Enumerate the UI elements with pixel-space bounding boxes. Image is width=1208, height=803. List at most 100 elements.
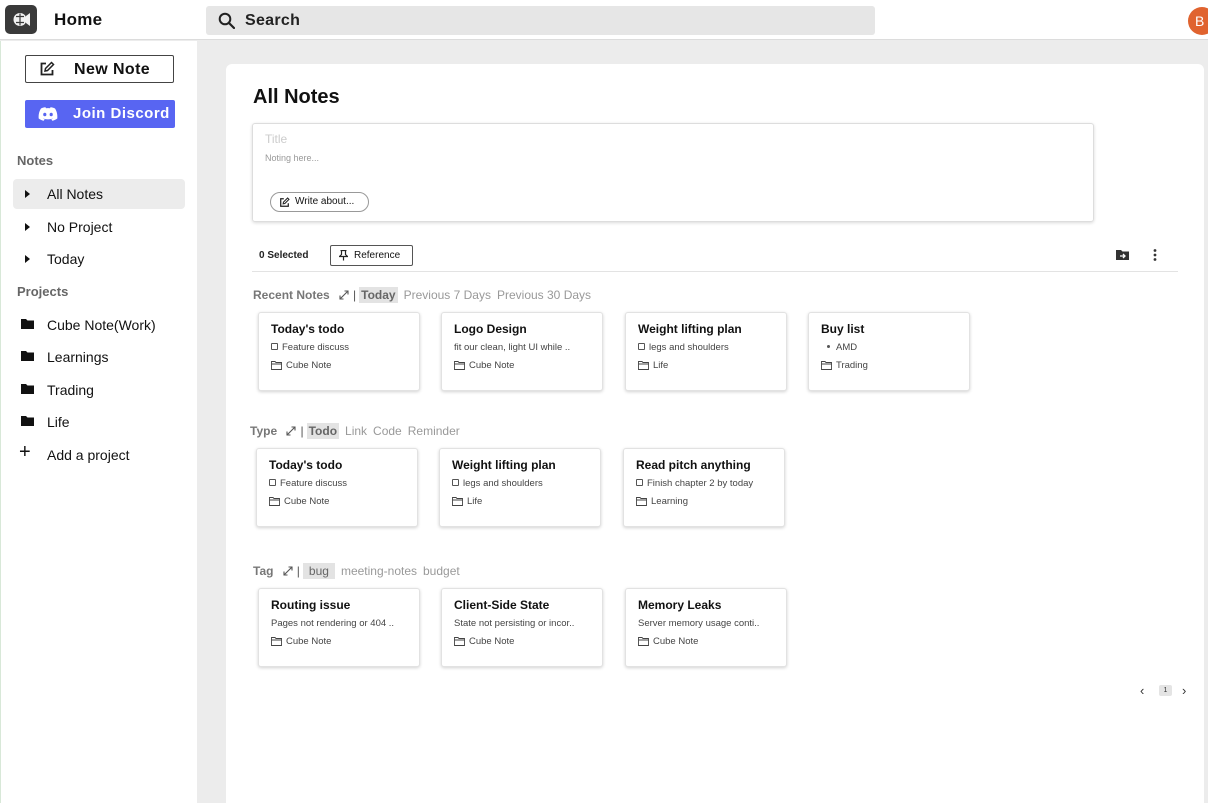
home-label[interactable]: Home [54, 10, 102, 30]
filter-option-link[interactable]: Link [345, 424, 367, 438]
note-card[interactable]: Weight lifting plan legs and shoulders L… [439, 448, 601, 527]
note-project: Learning [636, 496, 688, 507]
add-project-button[interactable]: + Add a project [13, 440, 185, 470]
join-discord-button[interactable]: Join Discord [25, 100, 175, 128]
note-preview-text: legs and shoulders [463, 478, 543, 489]
separator: | [300, 424, 304, 438]
note-card[interactable]: Today's todo Feature discuss Cube Note [258, 312, 420, 391]
note-project: Cube Note [271, 636, 331, 647]
note-card[interactable]: Logo Design fit our clean, light UI whil… [441, 312, 603, 391]
note-preview: Finish chapter 2 by today [636, 478, 778, 489]
project-item-label: Life [47, 414, 70, 430]
filter-option-bug[interactable]: bug [302, 563, 335, 579]
nav-item-all-notes[interactable]: All Notes [13, 179, 185, 209]
recent-notes-header: Recent Notes | Today Previous 7 Days Previo… [253, 287, 597, 303]
project-item-life[interactable]: Life [13, 407, 185, 437]
expand-icon[interactable] [283, 566, 293, 576]
filter-option-today[interactable]: Today [359, 287, 398, 303]
app-logo-icon[interactable] [5, 5, 37, 34]
checkbox-icon [271, 343, 278, 350]
note-composer[interactable]: Title Noting here... Write about... [252, 123, 1094, 222]
note-project: Trading [821, 360, 868, 371]
filter-option-previous-7-days[interactable]: Previous 7 Days [404, 288, 491, 302]
note-project-label: Cube Note [469, 360, 515, 371]
project-item-cube-note-work[interactable]: Cube Note(Work) [13, 310, 185, 340]
expand-icon[interactable] [286, 426, 297, 436]
note-card[interactable]: Buy list AMD Trading [808, 312, 970, 391]
chevron-left-icon[interactable]: ‹ [1140, 683, 1144, 698]
note-title: Routing issue [271, 598, 351, 612]
note-preview-text: Pages not rendering or 404 .. [271, 618, 395, 629]
project-item-trading[interactable]: Trading [13, 375, 185, 405]
add-project-label: Add a project [47, 447, 130, 463]
type-header: Type | Todo Link Code Reminder [250, 423, 466, 439]
note-project-label: Cube Note [469, 636, 515, 647]
note-preview: fit our clean, light UI while .. [454, 342, 596, 353]
filter-option-budget[interactable]: budget [423, 564, 460, 578]
folder-icon [21, 416, 34, 426]
sidebar: New Note Join Discord Notes All Notes No… [0, 41, 197, 803]
folder-outline-icon [454, 361, 465, 370]
nav-item-no-project[interactable]: No Project [13, 212, 185, 242]
top-bar: Home Search B [0, 0, 1208, 40]
filter-option-reminder[interactable]: Reminder [408, 424, 460, 438]
new-note-label: New Note [74, 61, 151, 78]
filter-option-previous-30-days[interactable]: Previous 30 Days [497, 288, 591, 302]
composer-title-input[interactable]: Title [265, 132, 287, 146]
avatar[interactable]: B [1188, 7, 1208, 35]
folder-icon [21, 351, 34, 361]
group-title: Recent Notes [253, 288, 330, 302]
folder-outline-icon [271, 637, 282, 646]
note-project-label: Trading [836, 360, 868, 371]
note-preview-text: Finish chapter 2 by today [647, 478, 754, 489]
note-preview: State not persisting or incor.. [454, 618, 596, 629]
expand-icon[interactable] [339, 290, 349, 300]
filter-option-code[interactable]: Code [373, 424, 402, 438]
checkbox-icon [638, 343, 645, 350]
note-preview: AMD [821, 342, 963, 353]
note-title: Read pitch anything [636, 458, 751, 472]
chevron-right-icon[interactable]: › [1182, 683, 1186, 698]
nav-item-label: No Project [47, 219, 113, 235]
page-number[interactable]: 1 [1159, 685, 1172, 696]
note-preview: Feature discuss [271, 342, 413, 353]
note-card[interactable]: Read pitch anything Finish chapter 2 by … [623, 448, 785, 527]
note-preview-text: AMD [836, 342, 858, 353]
composer-body-input[interactable]: Noting here... [265, 153, 319, 163]
note-title: Today's todo [271, 322, 345, 336]
pin-icon [339, 250, 348, 261]
edit-icon [280, 197, 290, 207]
note-card[interactable]: Memory Leaks Server memory usage conti..… [625, 588, 787, 667]
nav-item-today[interactable]: Today [13, 244, 185, 274]
search-placeholder: Search [245, 12, 301, 29]
reference-button[interactable]: Reference [330, 245, 413, 266]
page-title: All Notes [253, 86, 340, 108]
note-card[interactable]: Client-Side State State not persisting o… [441, 588, 603, 667]
folder-outline-icon [269, 497, 280, 506]
move-to-folder-icon[interactable] [1116, 249, 1130, 261]
filter-option-meeting-notes[interactable]: meeting-notes [341, 564, 417, 578]
note-preview-text: State not persisting or incor.. [454, 618, 575, 629]
note-project-label: Cube Note [284, 496, 330, 507]
search-input[interactable]: Search [206, 6, 875, 35]
note-card[interactable]: Weight lifting plan legs and shoulders L… [625, 312, 787, 391]
project-item-label: Learnings [47, 349, 109, 365]
caret-right-icon [25, 255, 30, 263]
note-card[interactable]: Routing issue Pages not rendering or 404… [258, 588, 420, 667]
note-project: Life [638, 360, 668, 371]
project-item-label: Cube Note(Work) [47, 317, 156, 333]
project-item-learnings[interactable]: Learnings [13, 342, 185, 372]
filter-option-todo[interactable]: Todo [306, 423, 340, 439]
folder-outline-icon [454, 637, 465, 646]
note-project-label: Cube Note [286, 360, 332, 371]
folder-outline-icon [821, 361, 832, 370]
write-about-button[interactable]: Write about... [270, 192, 369, 212]
group-title: Tag [253, 564, 274, 578]
more-vertical-icon[interactable] [1153, 248, 1157, 262]
checkbox-icon [452, 479, 459, 486]
note-preview-text: Server memory usage conti.. [638, 618, 760, 629]
note-preview-text: legs and shoulders [649, 342, 729, 353]
note-card[interactable]: Today's todo Feature discuss Cube Note [256, 448, 418, 527]
new-note-button[interactable]: New Note [25, 55, 174, 83]
selection-toolbar: 0 Selected Reference [252, 242, 1178, 272]
